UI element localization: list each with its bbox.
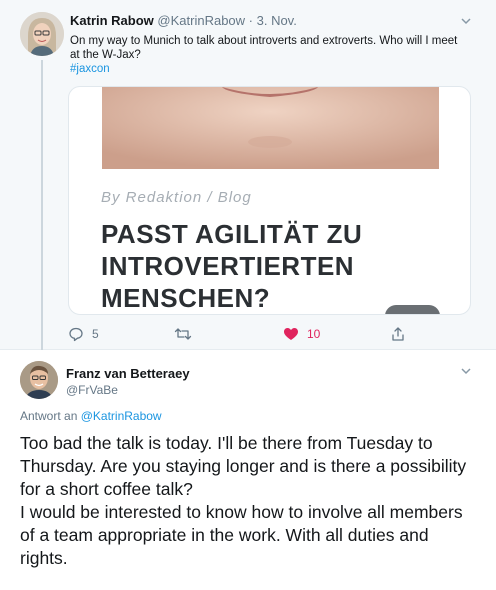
share-icon — [390, 326, 406, 342]
like-count: 10 — [307, 327, 321, 341]
reply-icon — [68, 326, 84, 342]
reply-tweet[interactable]: Franz van Betteraey @FrVaBe Antwort an @… — [0, 351, 496, 590]
tweet-header: Katrin Rabow @KatrinRabow · 3. Nov. — [70, 13, 297, 28]
reply-count: 5 — [92, 327, 99, 341]
card-title: PASST AGILITÄT ZU INTROVERTIERTEN MENSCH… — [101, 219, 363, 313]
author-handle[interactable]: @KatrinRabow — [157, 13, 245, 28]
tweet-text: On my way to Munich to talk about introv… — [70, 35, 458, 61]
retweet-icon — [174, 326, 192, 342]
author-handle[interactable]: @FrVaBe — [66, 383, 118, 397]
chevron-down-icon[interactable] — [460, 365, 472, 377]
link-card[interactable]: By Redaktion / Blog PASST AGILITÄT ZU IN… — [68, 86, 471, 315]
parent-tweet[interactable]: Katrin Rabow @KatrinRabow · 3. Nov. On m… — [0, 0, 496, 350]
hashtag-link[interactable]: #jaxcon — [70, 63, 110, 75]
tweet-paragraph: Too bad the talk is today. I'll be there… — [20, 433, 467, 499]
author-name[interactable]: Franz van Betteraey — [66, 366, 190, 381]
separator: · — [245, 13, 257, 28]
thread-line — [41, 60, 43, 350]
author-name[interactable]: Katrin Rabow — [70, 13, 154, 28]
card-image — [102, 87, 439, 169]
avatar[interactable] — [20, 361, 58, 399]
reply-context: Antwort an @KatrinRabow — [20, 409, 162, 423]
chevron-down-icon[interactable] — [460, 15, 472, 27]
tweet-date[interactable]: 3. Nov. — [257, 13, 297, 28]
tweet-text: Too bad the talk is today. I'll be there… — [20, 432, 480, 570]
reply-to-link[interactable]: @KatrinRabow — [81, 409, 162, 423]
reply-label: Antwort an — [20, 409, 78, 423]
reply-button[interactable]: 5 — [68, 326, 99, 342]
avatar[interactable] — [20, 12, 64, 56]
card-meta: By Redaktion / Blog — [101, 189, 252, 206]
card-overlay-button — [385, 305, 440, 314]
retweet-button[interactable] — [174, 326, 200, 342]
heart-icon — [283, 326, 299, 342]
like-button[interactable]: 10 — [283, 326, 320, 342]
tweet-paragraph: I would be interested to know how to inv… — [20, 502, 463, 568]
share-button[interactable] — [390, 326, 406, 342]
